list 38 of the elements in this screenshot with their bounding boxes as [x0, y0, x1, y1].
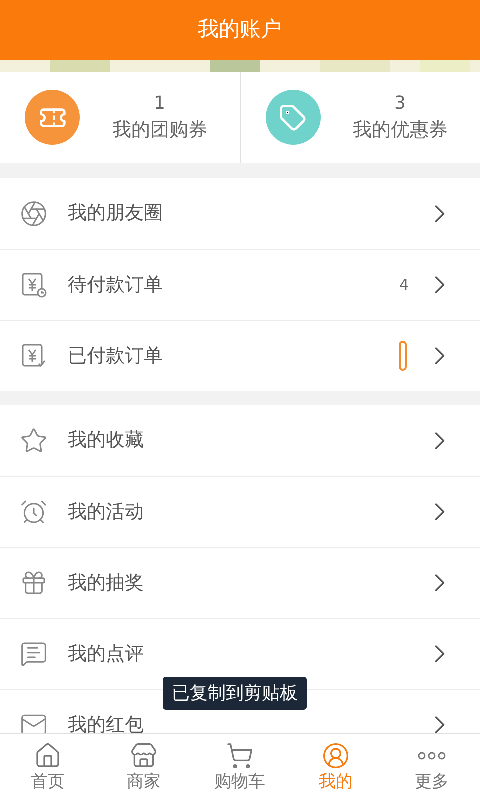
gift-icon: [20, 569, 48, 597]
coupon-count: 1: [154, 92, 166, 116]
page-title: 我的账户: [198, 16, 282, 44]
menu-row[interactable]: 我的朋友圈: [0, 178, 480, 249]
menu-label: 待付款订单: [68, 272, 164, 298]
nav-tab[interactable]: 更多: [384, 734, 480, 800]
menu-label: 我的活动: [68, 500, 145, 525]
menu-row[interactable]: 我的抽奖: [0, 547, 480, 618]
alarm-clock-icon: [20, 498, 48, 526]
paid-receipt-icon: [20, 342, 48, 370]
comment-icon: [20, 640, 48, 668]
menu-row[interactable]: 我的收藏: [0, 405, 480, 476]
nav-tab[interactable]: 商家: [96, 734, 192, 800]
coupon-label: 我的优惠券: [352, 118, 448, 142]
store-icon: [130, 742, 158, 770]
aperture-icon: [20, 200, 48, 228]
count-label: 4: [399, 274, 409, 296]
nav-tab[interactable]: 首页: [0, 734, 96, 800]
coupon-card[interactable]: 1 我的团购券: [0, 72, 240, 163]
menu-label: 我的朋友圈: [68, 201, 164, 226]
user-icon: [322, 742, 350, 770]
menu-label: 我的点评: [68, 642, 145, 667]
nav-tab[interactable]: 购物车: [192, 734, 288, 800]
home-icon: [34, 742, 62, 770]
more-icon: [418, 752, 446, 760]
star-icon: [20, 426, 48, 454]
menu-label: 我的收藏: [68, 428, 145, 454]
menu-row[interactable]: 我的活动: [0, 476, 480, 547]
coupon-card[interactable]: 3 我的优惠券: [240, 72, 480, 163]
coupon-count: 3: [394, 92, 406, 116]
pending-receipt-icon: [20, 271, 48, 299]
menu-row[interactable]: 已付款订单: [0, 320, 480, 391]
coupon-label: 我的团购券: [112, 118, 208, 142]
menu-label: 我的抽奖: [68, 570, 145, 596]
cart-icon: [226, 742, 254, 770]
menu-label: 已付款订单: [68, 344, 164, 369]
menu-label: 我的红包: [68, 712, 145, 733]
menu-row[interactable]: 待付款订单 4: [0, 249, 480, 320]
